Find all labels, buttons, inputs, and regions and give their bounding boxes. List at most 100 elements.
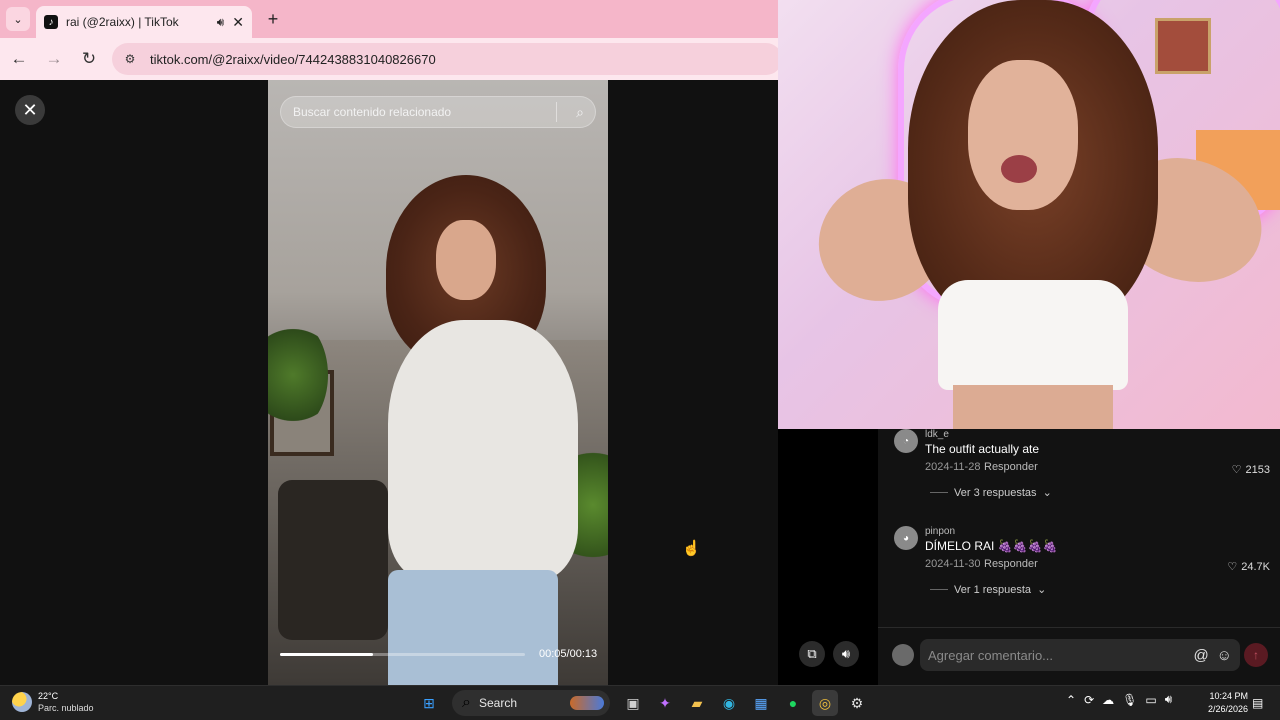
comment-date: 2024-11-28 — [925, 461, 981, 473]
like-count: 24.7K — [1241, 560, 1270, 573]
network-icon[interactable]: ▭ — [1145, 693, 1156, 707]
avatar[interactable]: ◕ — [894, 526, 918, 550]
url-domain: tiktok.com — [150, 51, 209, 67]
reply-button[interactable]: Responder — [984, 461, 1038, 473]
edge-icon[interactable]: ◉ — [716, 690, 742, 716]
taskbar-search-label: Search — [478, 696, 517, 710]
streamer-face — [968, 60, 1078, 210]
video-time: 00:05/00:13 — [539, 648, 598, 660]
like-button[interactable]: ♡ 2153 — [1231, 463, 1270, 477]
task-view-icon[interactable]: ▣ — [620, 690, 646, 716]
weather-temperature: 22°C — [38, 691, 59, 701]
search-highlight-icon — [570, 696, 604, 710]
taskbar-search[interactable]: ⌕ Search — [452, 690, 610, 716]
divider — [930, 589, 948, 590]
spotify-icon[interactable]: ● — [780, 690, 806, 716]
video-progress-bar[interactable] — [280, 653, 525, 656]
close-tab-icon[interactable]: ✕ — [232, 14, 244, 31]
windows-taskbar: 22°C Parc. nublado ⊞ ⌕ Search ▣ ✦ ▰ ◉ ▦ … — [0, 685, 1280, 720]
divider — [930, 492, 948, 493]
chevron-up-icon[interactable]: ⌃ — [1066, 693, 1076, 707]
speaker-icon[interactable]: 🔊︎ — [217, 15, 225, 30]
video-person-jeans — [388, 570, 558, 685]
view-replies-label: Ver 1 respuesta — [954, 583, 1032, 596]
like-count: 2153 — [1245, 463, 1270, 476]
weather-partly-cloudy-icon — [12, 692, 32, 712]
comment-item: ◔ ldk_e The outfit actually ate 2024-11-… — [894, 429, 1274, 519]
clock-time: 10:24 PM — [1209, 691, 1248, 701]
chrome-icon[interactable]: ◎ — [812, 690, 838, 716]
streamer-mouth — [1001, 155, 1037, 183]
system-tray: ⌃ ⟳ ☁ 🎙︎ ▭ 🔊︎ — [1066, 692, 1172, 707]
windows-start-icon[interactable]: ⊞ — [416, 690, 442, 716]
chevron-down-icon: ⌄ — [1042, 487, 1052, 499]
comments-panel[interactable]: ◔ ldk_e The outfit actually ate 2024-11-… — [878, 429, 1280, 627]
related-search-input[interactable]: Buscar contenido relacionado ⌕ — [280, 96, 596, 128]
tiktok-favicon-icon: ♪ — [44, 15, 58, 29]
url-text: tiktok.com/@2raixx/video/744243883104082… — [150, 52, 436, 67]
cloud-icon[interactable]: ☁ — [1102, 693, 1114, 707]
clock-date: 2/26/2026 — [1207, 704, 1248, 714]
taskbar-clock[interactable]: 10:24 PM 2/26/2026 — [1200, 690, 1248, 716]
comment-text: The outfit actually ate — [925, 442, 1040, 456]
close-video-button[interactable]: ✕ — [15, 95, 45, 125]
tab-title: rai (@2raixx) | TikTok — [66, 15, 179, 29]
view-replies-label: Ver 3 respuestas — [954, 486, 1037, 499]
chevron-down-icon: ⌄ — [1037, 584, 1047, 596]
comment-username[interactable]: ldk_e — [925, 429, 949, 440]
comment-item: ◕ pinpon DÍMELO RAI 🍇🍇🍇🍇 2024-11-30 Resp… — [894, 526, 1274, 616]
speaker-icon[interactable]: 🔊︎ — [1165, 692, 1173, 707]
mouse-cursor-icon: ☝ — [682, 540, 701, 557]
forward-button[interactable]: → — [38, 43, 70, 75]
video-player[interactable]: Buscar contenido relacionado ⌕ 00:05/00:… — [268, 80, 608, 685]
site-settings-icon[interactable]: ⚙ — [120, 49, 140, 69]
notification-icon[interactable]: ▤ — [1252, 696, 1263, 710]
comment-username[interactable]: pinpon — [925, 526, 955, 537]
microphone-icon[interactable]: 🎙︎ — [1122, 693, 1137, 707]
copilot-icon[interactable]: ✦ — [652, 690, 678, 716]
heart-icon: ♡ — [1227, 561, 1238, 573]
browser-tab[interactable]: ♪ rai (@2raixx) | TikTok 🔊︎ ✕ — [36, 6, 252, 38]
view-replies-button[interactable]: Ver 3 respuestas ⌄ — [930, 486, 1052, 499]
back-button[interactable]: ← — [3, 43, 35, 75]
emoji-icon[interactable]: ☺ — [1217, 647, 1232, 664]
comment-date: 2024-11-30 — [925, 558, 981, 570]
avatar[interactable]: ◔ — [894, 429, 918, 453]
streamer-top — [938, 280, 1128, 390]
reply-button[interactable]: Responder — [984, 558, 1038, 570]
search-icon: ⌕ — [462, 694, 471, 711]
video-person-top — [388, 320, 578, 580]
weather-condition: Parc. nublado — [38, 703, 94, 713]
related-search-placeholder: Buscar contenido relacionado — [293, 105, 452, 119]
reload-button[interactable]: ↻ — [73, 43, 105, 75]
avatar — [892, 644, 914, 666]
send-button[interactable]: ↑ — [1244, 643, 1268, 667]
view-replies-button[interactable]: Ver 1 respuesta ⌄ — [930, 583, 1046, 596]
taskbar-apps: ⊞ ⌕ Search ▣ ✦ ▰ ◉ ▦ ● ◎ ⚙ — [416, 690, 870, 716]
divider — [556, 102, 557, 122]
sync-icon[interactable]: ⟳ — [1084, 693, 1094, 707]
tab-search-button[interactable]: ⌄ — [6, 7, 30, 31]
mention-icon[interactable]: @ — [1193, 647, 1208, 664]
file-explorer-icon[interactable]: ▰ — [684, 690, 710, 716]
screen: ⌄ ♪ rai (@2raixx) | TikTok 🔊︎ ✕ + ← → ↻ … — [0, 0, 1280, 720]
tiktok-video-page: ✕ Buscar contenido relacionado ⌕ 00:05/0… — [0, 80, 859, 685]
volume-icon[interactable]: 🔊︎ — [833, 641, 859, 667]
browser-tabstrip: ⌄ ♪ rai (@2raixx) | TikTok 🔊︎ ✕ + — [0, 0, 778, 38]
url-path: /@2raixx/video/7442438831040826670 — [208, 51, 436, 67]
weather-widget[interactable]: 22°C Parc. nublado — [12, 690, 94, 714]
webcam-overlay — [778, 0, 1280, 429]
new-tab-button[interactable]: + — [262, 8, 284, 30]
app-icon[interactable]: ⚙ — [844, 690, 870, 716]
like-button[interactable]: ♡ 24.7K — [1227, 560, 1270, 574]
comment-input[interactable]: Agregar comentario... @ ☺ — [920, 639, 1240, 671]
address-bar[interactable]: ⚙ tiktok.com/@2raixx/video/7442438831040… — [112, 43, 782, 75]
video-person-face — [436, 220, 496, 300]
search-icon[interactable]: ⌕ — [565, 104, 595, 121]
store-icon[interactable]: ▦ — [748, 690, 774, 716]
wall-frame — [1155, 18, 1211, 74]
comment-input-placeholder: Agregar comentario... — [928, 647, 1054, 663]
browser-toolbar: ← → ↻ ⚙ tiktok.com/@2raixx/video/7442438… — [0, 38, 782, 80]
pip-icon[interactable]: ⧉ — [799, 641, 825, 667]
heart-icon: ♡ — [1231, 464, 1242, 476]
